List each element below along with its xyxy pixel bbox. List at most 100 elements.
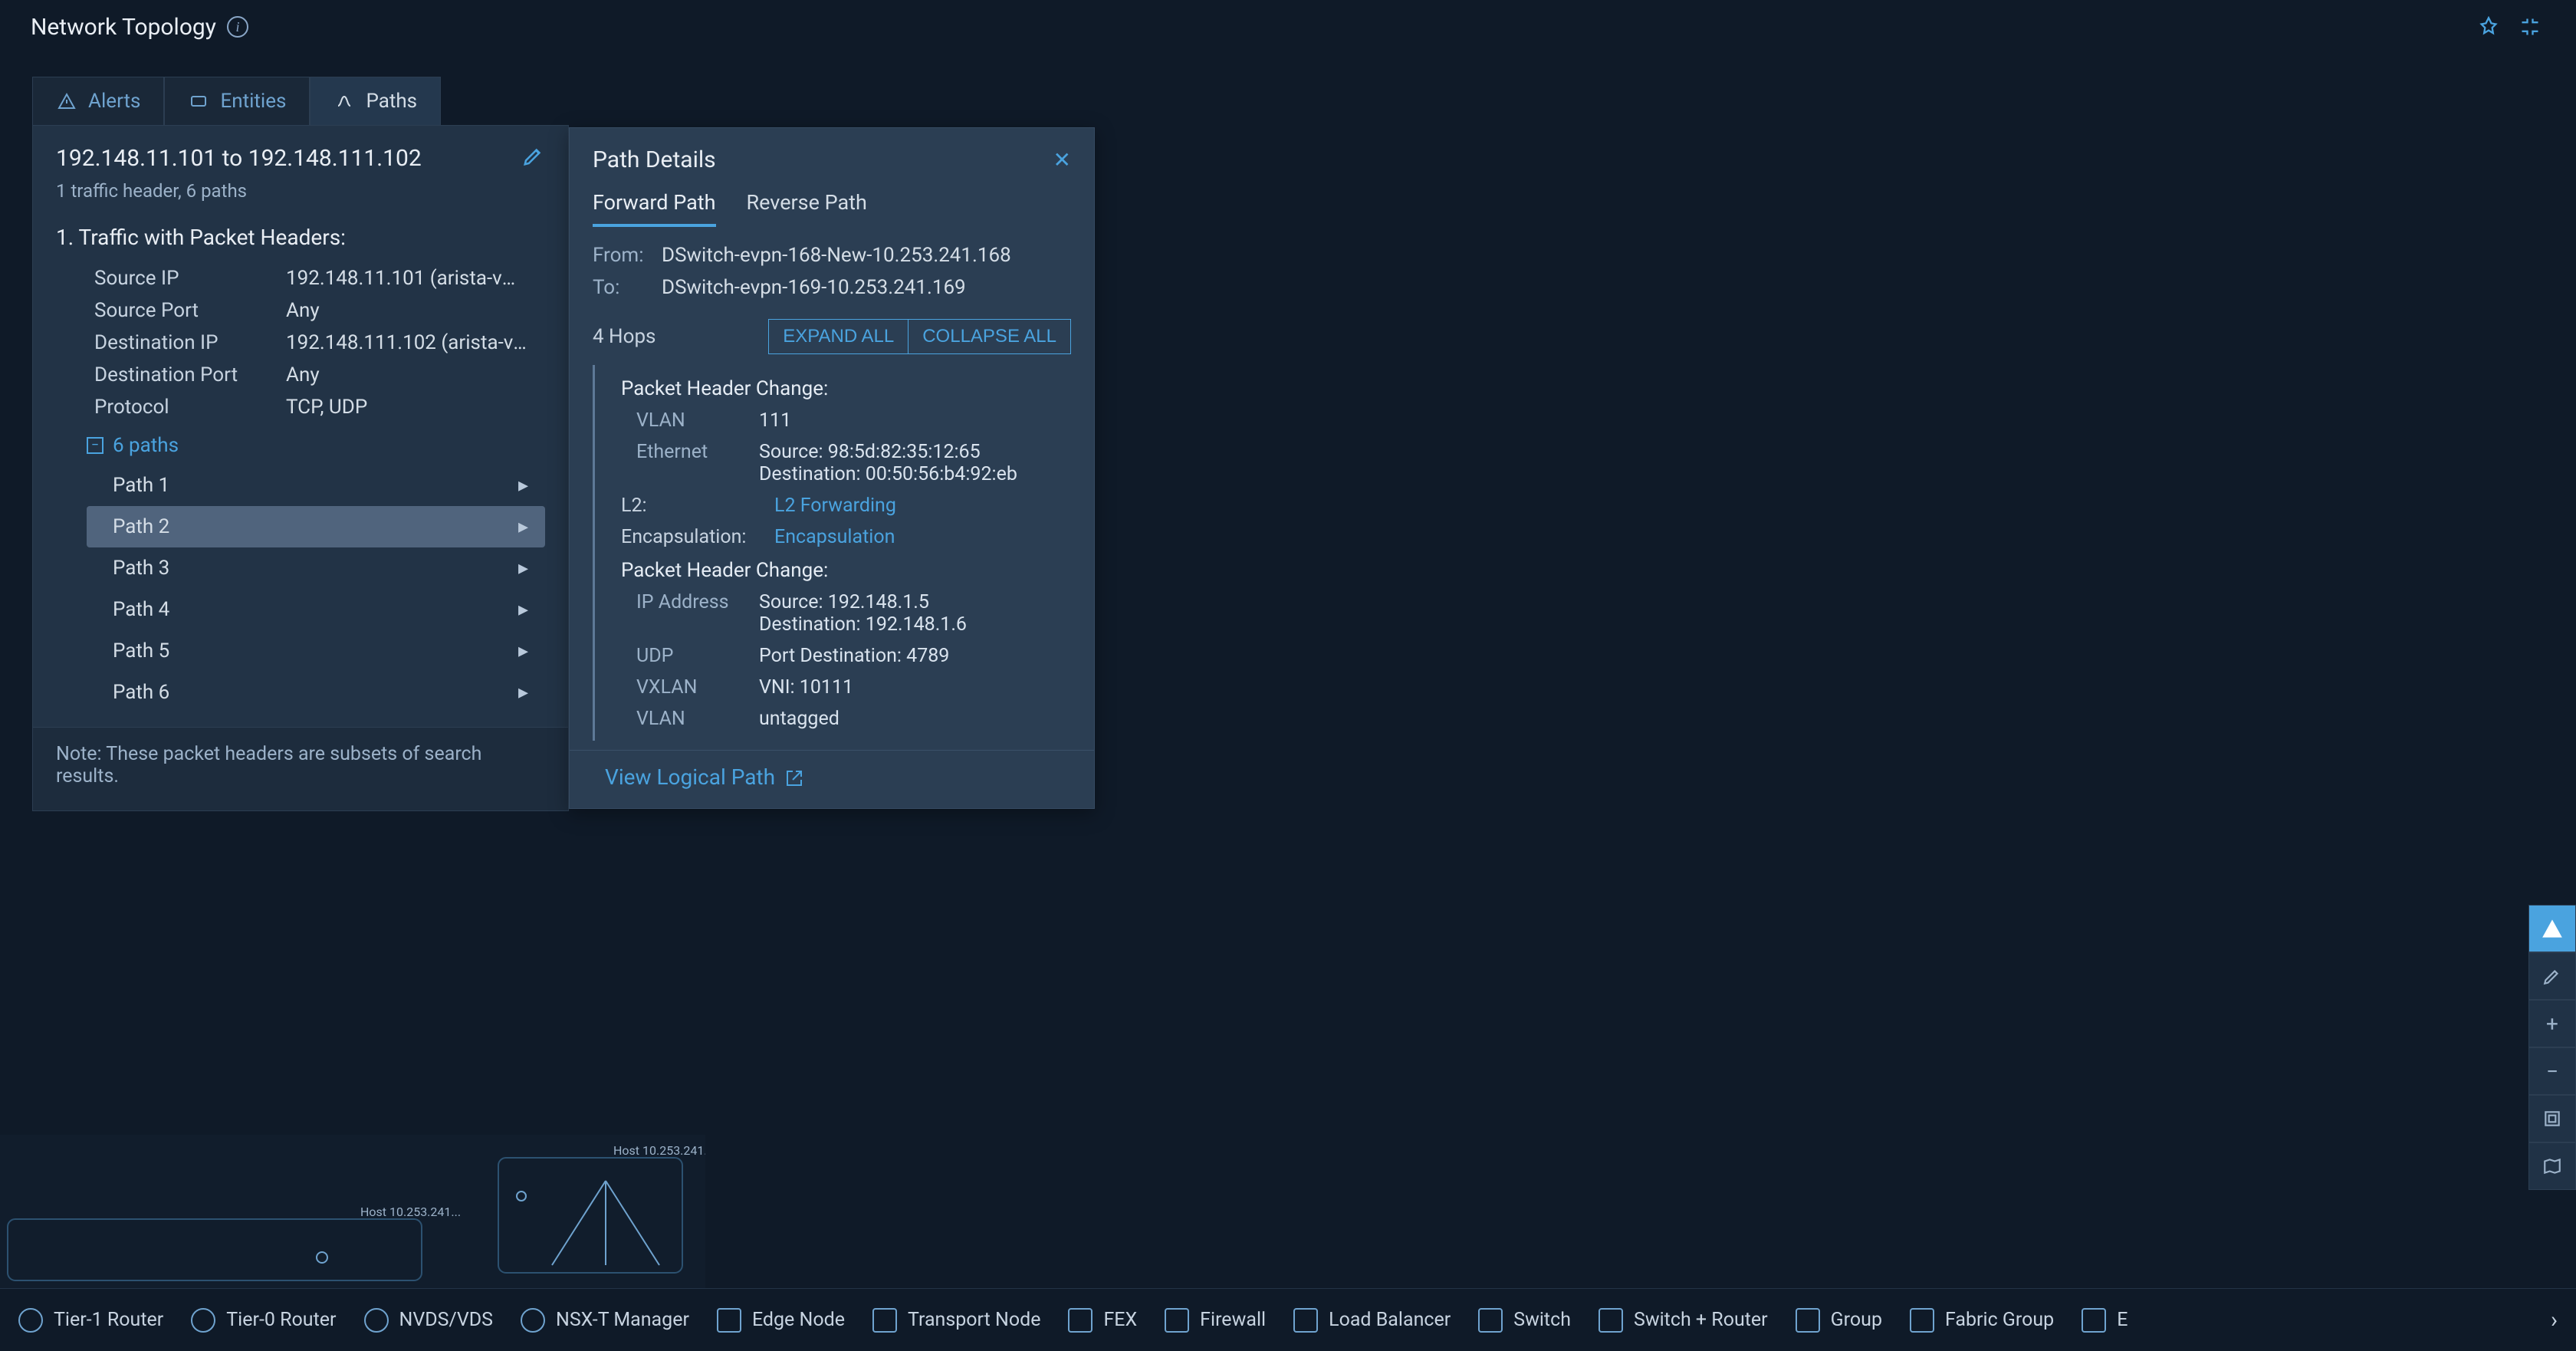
collapse-all-button[interactable]: COLLAPSE ALL [908,319,1071,354]
traffic-key: Source Port [94,299,286,322]
vlan2-key: VLAN [636,708,759,730]
page-title: Network Topology [31,14,216,41]
legend-item: Switch [1478,1308,1571,1333]
l2-link[interactable]: L2 Forwarding [774,495,896,517]
topology-node[interactable] [1854,104,1875,126]
legend-icon [1910,1308,1934,1333]
traffic-value: Any [286,299,530,322]
legend-bar: Tier-1 RouterTier-0 RouterNVDS/VDSNSX-T … [0,1288,2576,1351]
query-summary: 1 traffic header, 6 paths [33,180,568,214]
tab-paths-label: Paths [366,90,417,113]
alerts-side-button[interactable] [2528,905,2576,952]
path-item[interactable]: Path 5▸ [87,630,545,672]
path-item-label: Path 6 [113,681,169,704]
ip-key: IP Address [636,591,759,636]
path-item[interactable]: Path 3▸ [87,547,545,589]
encapsulation-link[interactable]: Encapsulation [774,526,895,548]
legend-icon [2082,1308,2106,1333]
legend-label: Switch + Router [1634,1309,1768,1331]
udp-value: Port Destination: 4789 [759,645,1071,667]
pin-icon[interactable] [2473,12,2504,42]
legend-icon [18,1308,43,1333]
packet-header-change-label: Packet Header Change: [615,371,1071,405]
legend-scroll-right[interactable]: › [2551,1307,2558,1333]
topology-node[interactable] [2205,307,2226,328]
topology-switch-node[interactable] [1208,307,1230,328]
legend-label: Tier-1 Router [54,1309,163,1331]
close-icon[interactable]: ✕ [1053,147,1071,173]
tab-alerts[interactable]: Alerts [32,77,164,125]
tab-entities[interactable]: Entities [164,77,310,125]
legend-icon [364,1308,389,1333]
map-toggle-button[interactable] [2528,1142,2576,1190]
encapsulation-key: Encapsulation: [621,526,774,548]
alert-icon [56,90,77,112]
path-item-label: Path 1 [113,474,169,497]
legend-item: E [2082,1308,2128,1333]
legend-item: NSX-T Manager [521,1308,689,1333]
ethernet-value: Source: 98:5d:82:35:12:65 Destination: 0… [759,441,1071,485]
fullscreen-exit-icon[interactable] [2515,12,2545,42]
topology-host-node[interactable]: Host 10.253.241... [2291,975,2346,1031]
paths-toggle[interactable]: − 6 paths [33,423,568,465]
edit-side-button[interactable] [2528,952,2576,1000]
traffic-value: 192.148.11.101 (arista-vm1-... [286,267,530,290]
zoom-in-button[interactable]: + [2528,1000,2576,1047]
fit-screen-button[interactable] [2528,1095,2576,1142]
legend-item: Fabric Group [1910,1308,2054,1333]
tab-forward-path[interactable]: Forward Path [593,190,716,227]
path-item-label: Path 3 [113,557,169,580]
path-item[interactable]: Path 4▸ [87,589,545,630]
chevron-right-icon: ▸ [518,474,528,497]
topology-spine-node[interactable]: Spine Fabric [2104,805,2156,827]
traffic-key: Destination IP [94,331,286,354]
view-logical-path-link[interactable]: View Logical Path [605,764,803,790]
tab-alerts-label: Alerts [88,90,140,113]
legend-item: Group [1796,1308,1882,1333]
minimap[interactable]: Host 10.253.241... Host 10.253.241... [0,1135,705,1288]
topology-switch-node[interactable]: Arista Fabric Leaf Fabric [2323,307,2344,328]
legend-item: Switch + Router [1598,1308,1768,1333]
traffic-value: 192.148.111.102 (arista-vm... [286,331,530,354]
tab-reverse-path[interactable]: Reverse Path [747,190,867,227]
entities-icon [188,90,209,112]
expand-all-button[interactable]: EXPAND ALL [768,319,908,354]
path-item[interactable]: Path 2▸ [87,506,545,547]
topology-node[interactable] [1700,104,1722,126]
legend-label: FEX [1103,1309,1137,1331]
collapse-icon: − [87,437,104,454]
path-item[interactable]: Path 6▸ [87,672,545,713]
traffic-value: TCP, UDP [286,396,530,419]
traffic-note: Note: These packet headers are subsets o… [33,727,568,810]
traffic-key: Destination Port [94,363,286,386]
legend-item: NVDS/VDS [364,1308,494,1333]
minimap-host-label: Host 10.253.241... [613,1143,705,1158]
info-icon[interactable]: i [227,16,248,38]
paths-count-label: 6 paths [113,434,179,457]
legend-label: NVDS/VDS [399,1309,494,1331]
legend-icon [1165,1308,1189,1333]
topology-host-node[interactable]: Host 10.253.241... [1317,981,1372,1037]
legend-item: FEX [1068,1308,1137,1333]
chevron-right-icon: ▸ [518,598,528,621]
host-label: Host 10.253.241... [1314,961,1438,982]
traffic-key: Protocol [94,396,286,419]
edit-icon[interactable] [522,144,545,173]
tab-paths[interactable]: Paths [310,77,441,125]
legend-item: Transport Node [872,1308,1041,1333]
zoom-out-button[interactable]: − [2528,1047,2576,1095]
path-details-title: Path Details [593,146,1053,173]
legend-item: Firewall [1165,1308,1266,1333]
paths-icon [334,90,355,112]
hops-count: 4 Hops [593,325,756,348]
legend-icon [1796,1308,1820,1333]
minimap-host-label: Host 10.253.241... [360,1205,461,1219]
to-label: To: [593,276,654,299]
vxlan-key: VXLAN [636,676,759,699]
vlan-value: 111 [759,409,1071,432]
topology-node[interactable] [1352,307,1374,328]
legend-label: Firewall [1200,1309,1266,1331]
l2-key: L2: [621,495,774,517]
path-item[interactable]: Path 1 ▸ [87,465,545,506]
from-value: DSwitch-evpn-168-New-10.253.241.168 [662,244,1011,267]
